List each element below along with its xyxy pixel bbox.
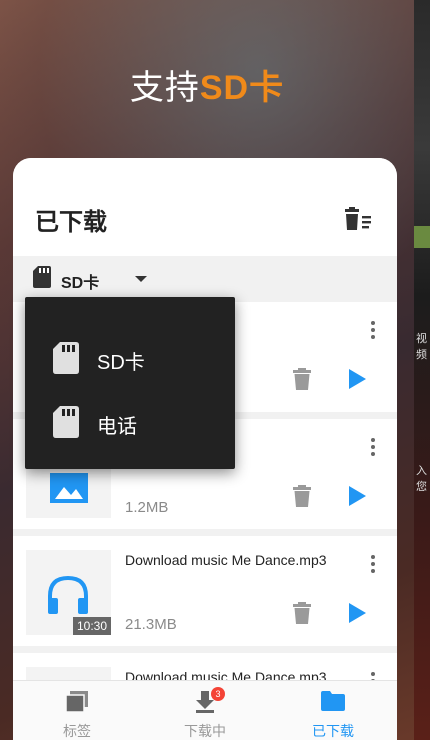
strip-text-a: 视频 [416,333,427,361]
trash-icon[interactable] [293,485,311,507]
trash-icon[interactable] [293,602,311,624]
dropdown-option-label: SD卡 [97,352,145,374]
storage-selector[interactable]: SD卡 [13,256,397,302]
strip-text-b: 入您 [416,465,427,493]
dropdown-option-sd-card[interactable]: SD卡 [25,327,235,387]
hero-prefix: 支持 [129,69,200,107]
sd-card-icon [33,266,51,288]
file-size: 1.2MB [125,499,169,516]
more-vert-icon[interactable] [368,554,378,574]
more-vert-icon[interactable] [368,320,378,340]
sd-card-icon [53,342,79,374]
play-icon[interactable] [347,485,367,507]
trash-icon[interactable] [293,368,311,390]
dropdown-option-label: 电话 [97,416,137,438]
delete-all-icon[interactable] [343,206,373,232]
page-title: 已下载 [35,209,107,236]
item-title: Download music Me Dance.mp3 [125,552,327,568]
chevron-down-icon [135,276,147,282]
hero-accent: SD卡 [199,69,285,107]
strip-bar [414,226,430,248]
more-vert-icon[interactable] [368,437,378,457]
list-item[interactable]: 10:30 Download music Me Dance.mp3 21.3MB [13,536,397,646]
storage-dropdown-menu: SD卡 电话 [25,297,235,469]
nav-item-downloaded[interactable]: 已下载 [269,681,397,740]
app-header: 已下载 [13,158,397,256]
duration-badge: 10:30 [72,617,111,635]
nav-label: 下载中 [184,723,226,739]
headphones-icon [48,575,88,614]
download-count-badge: 3 [211,687,225,701]
play-icon[interactable] [347,368,367,390]
nav-label: 标签 [63,723,91,739]
play-icon[interactable] [347,602,367,624]
thumbnail: 10:30 [26,550,111,635]
nav-label: 已下载 [312,723,354,739]
side-strip: 视频 入您 [414,0,430,740]
folder-icon [321,691,345,711]
tags-icon [65,691,88,713]
bottom-nav: 标签 3 下载中 已下载 [13,680,397,740]
storage-label: SD卡 [61,275,100,292]
sd-card-icon [53,406,79,438]
image-icon [50,473,88,503]
file-size: 21.3MB [125,616,177,633]
nav-item-downloading[interactable]: 3 下载中 [141,681,269,740]
nav-item-tags[interactable]: 标签 [13,681,141,740]
dropdown-option-phone[interactable]: 电话 [25,391,235,451]
hero-title: 支持SD卡 [0,60,414,109]
